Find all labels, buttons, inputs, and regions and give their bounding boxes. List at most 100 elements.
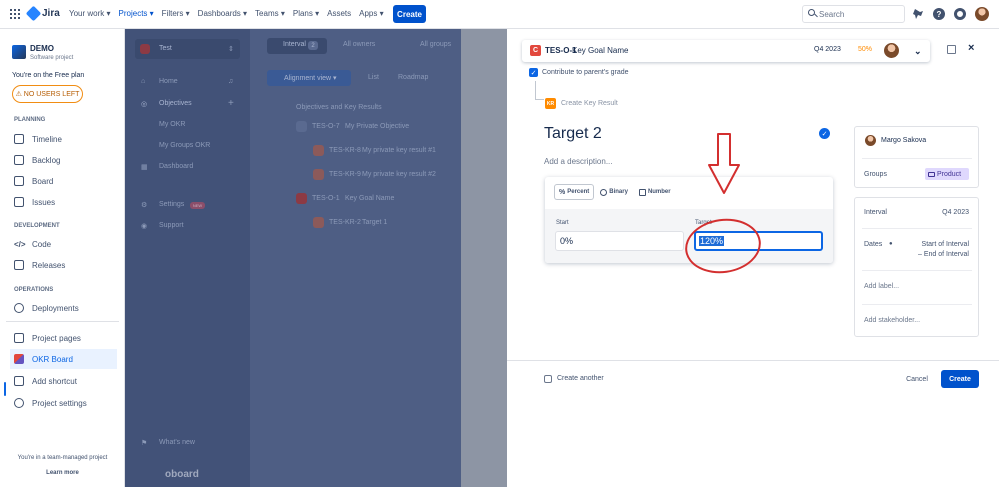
okr-nav-objectives[interactable]: Objectives [159,100,192,107]
row-name[interactable]: My Private Objective [345,123,409,130]
okr-nav-dashboard[interactable]: Dashboard [159,163,193,170]
add-label-input[interactable]: Add label... [864,283,899,290]
sidebar-item-releases[interactable]: Releases [14,255,121,275]
help-icon[interactable]: ? [933,8,945,20]
kr-title-input[interactable]: Target 2 [544,125,602,143]
create-kr-label: Create Key Result [561,100,618,107]
restore-window-icon[interactable] [947,45,956,54]
okr-nav-my-groups-okr[interactable]: My Groups OKR [159,142,210,149]
sidebar-item-deployments[interactable]: Deployments [14,298,121,318]
dates-end[interactable]: – End of Interval [905,251,969,258]
okr-nav-my-okr[interactable]: My OKR [159,121,185,128]
nav-teams[interactable]: Teams ▾ [255,9,285,18]
okr-nav-support[interactable]: Support [159,222,184,229]
no-users-left-button[interactable]: ⚠ NO USERS LEFT [12,85,83,103]
okr-app-detail-strip [461,29,507,487]
free-plan-notice: You're on the Free plan [12,72,85,79]
divider [862,158,972,159]
owner-selector[interactable]: Margo Sakova [881,137,926,144]
tab-number[interactable]: Number [635,185,675,199]
top-create-button[interactable]: Create [393,5,426,23]
objective-icon [296,121,307,132]
settings-gear-icon[interactable] [954,8,966,20]
interval-dates-panel [854,197,979,337]
row-name[interactable]: Target 1 [362,219,387,226]
user-avatar[interactable] [975,7,989,21]
tab-percent[interactable]: % Percent [555,185,594,199]
team-selector[interactable] [135,39,240,59]
title-confirm-check-icon[interactable]: ✓ [819,128,830,139]
start-value-input[interactable]: 0% [555,231,684,251]
contribute-checkbox[interactable]: ✓ [529,68,538,77]
project-name[interactable]: DEMO [30,44,54,53]
nav-projects[interactable]: Projects ▾ [119,9,154,18]
tab-binary[interactable]: Binary [596,185,632,199]
parent-objective-header[interactable]: C TES-O-1 Key Goal Name Q4 2023 50% ⌄ [522,40,930,62]
cancel-button[interactable]: Cancel [900,370,934,388]
sidebar-item-add-shortcut[interactable]: Add shortcut [14,371,121,391]
list-view-button[interactable]: List [368,74,379,81]
okr-board-icon [14,354,24,364]
okr-nav-settings[interactable]: Settings [159,201,184,208]
interval-selector[interactable]: Q4 2023 [927,209,969,216]
learn-more-link[interactable]: Learn more [0,470,125,476]
row-key[interactable]: TES-KR-2 [329,219,361,226]
nav-your-work[interactable]: Your work ▾ [69,9,111,18]
add-stakeholder-input[interactable]: Add stakeholder... [864,317,920,324]
parent-name: Key Goal Name [572,46,629,55]
timeline-icon [14,134,24,144]
sidebar-item-timeline[interactable]: Timeline [14,129,121,149]
nav-dashboards[interactable]: Dashboards ▾ [198,9,247,18]
group-selector[interactable]: Product [925,168,969,180]
kr-badge: KR [545,98,556,109]
sidebar-item-backlog[interactable]: Backlog [14,150,121,170]
sidebar-item-okr-board[interactable]: OKR Board [10,349,117,369]
search-input[interactable]: Search [802,5,905,23]
create-key-result-panel: C TES-O-1 Key Goal Name Q4 2023 50% ⌄ × … [507,29,999,487]
create-another-checkbox[interactable] [544,375,552,383]
okr-nav-whats-new[interactable]: What's new [159,439,195,446]
nav-apps[interactable]: Apps ▾ [359,9,383,18]
sidebar-item-label: Add shortcut [32,376,77,386]
binary-check-icon [600,188,608,196]
app-switcher-icon[interactable] [10,9,20,19]
sidebar-item-project-settings[interactable]: Project settings [14,393,121,413]
search-placeholder: Search [819,9,845,19]
tab-label: Number [647,189,671,195]
row-key[interactable]: TES-O-7 [312,123,340,130]
row-key[interactable]: TES-KR-9 [329,171,361,178]
sidebar-item-board[interactable]: Board [14,171,121,191]
okr-nav-home[interactable]: Home [159,78,178,85]
notifications-icon[interactable] [912,8,924,20]
create-button[interactable]: Create [941,370,979,388]
interval-count-badge: 2 [308,41,318,50]
bell-icon[interactable]: ♫ [228,78,233,85]
close-icon[interactable]: × [968,42,974,54]
dates-start[interactable]: Start of Interval [905,241,969,248]
settings-icon: ⚙ [141,202,148,209]
section-operations: OPERATIONS [14,287,54,293]
sidebar-item-issues[interactable]: Issues [14,192,121,212]
search-icon [808,9,815,16]
jira-logo[interactable]: Jira [25,5,60,22]
kr-icon [313,169,324,180]
chevron-down-icon[interactable]: ⌄ [914,46,922,57]
nav-assets[interactable]: Assets [327,9,351,18]
oboard-logo: oboard [165,469,199,480]
add-objective-icon[interactable]: + [228,98,234,109]
roadmap-view-button[interactable]: Roadmap [398,74,428,81]
nav-filters[interactable]: Filters ▾ [162,9,190,18]
nav-plans[interactable]: Plans ▾ [293,9,319,18]
sidebar-item-code[interactable]: </> Code [14,234,121,254]
nav-menu: Your work ▾ Projects ▾ Filters ▾ Dashboa… [69,9,384,18]
all-owners-filter[interactable]: All owners [343,41,375,48]
row-name[interactable]: Key Goal Name [345,195,394,202]
row-key[interactable]: TES-O-1 [312,195,340,202]
all-groups-filter[interactable]: All groups [420,41,451,48]
row-key[interactable]: TES-KR-8 [329,147,361,154]
row-name[interactable]: My private key result #1 [362,147,436,154]
sidebar-item-label: Board [32,176,54,186]
sidebar-item-project-pages[interactable]: Project pages [14,328,121,348]
row-name[interactable]: My private key result #2 [362,171,436,178]
description-input[interactable]: Add a description... [544,157,612,166]
